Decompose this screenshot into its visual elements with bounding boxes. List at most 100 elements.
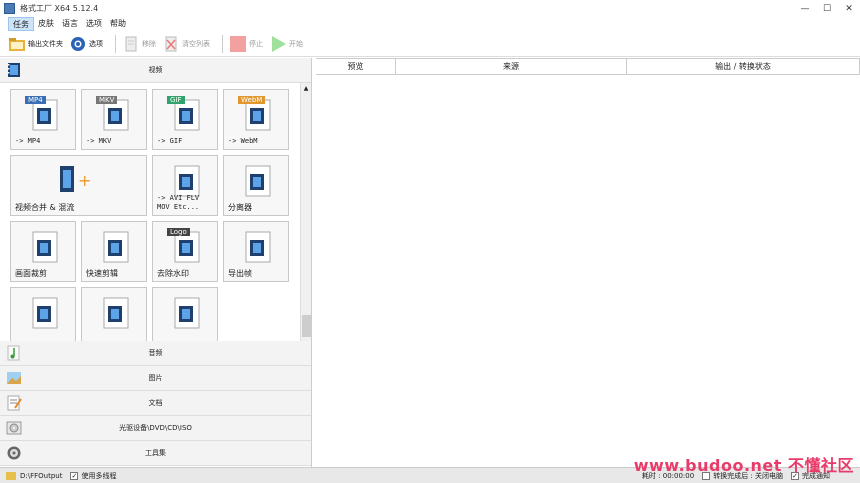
player-icon xyxy=(103,297,129,329)
tool-tile[interactable] xyxy=(10,287,76,341)
options-label: 选项 xyxy=(89,39,103,48)
category-document[interactable]: 文档 xyxy=(0,391,311,416)
gear-icon xyxy=(7,446,21,460)
tool-tile[interactable]: MP4 -> MP4 xyxy=(10,89,76,150)
format-badge: MP4 xyxy=(25,96,46,104)
tool-tile[interactable]: 导出帧 xyxy=(223,221,289,282)
frames-icon xyxy=(245,231,271,263)
scrollbar-thumb[interactable] xyxy=(302,315,311,337)
music-note-icon xyxy=(7,345,20,361)
app-icon xyxy=(4,3,15,14)
tool-tile[interactable]: 分离器 xyxy=(223,155,289,216)
format-badge: WebM xyxy=(238,96,266,104)
window-controls: — ☐ ✕ xyxy=(794,0,860,17)
tool-tile-label: -> AVI FLV MOV Etc... xyxy=(157,194,200,211)
tool-tile-label: -> GIF xyxy=(157,137,183,145)
tool-tile-label: -> MKV xyxy=(86,137,112,145)
format-badge: MKV xyxy=(96,96,118,104)
stop-button[interactable]: 停止 xyxy=(229,35,263,52)
menu-options[interactable]: 选项 xyxy=(82,17,106,31)
splitter-icon xyxy=(245,165,271,197)
window-title: 格式工厂 X64 5.12.4 xyxy=(20,4,99,13)
column-source[interactable]: 来源 xyxy=(396,59,627,74)
category-audio-label: 音频 xyxy=(148,349,163,357)
folder-icon xyxy=(9,37,25,51)
output-path[interactable]: D:\FFOutput xyxy=(20,472,62,480)
left-panel: 视频 MP4 -> MP4 MKV -> MKV GIF -> GIF WebM -> Web… xyxy=(0,58,312,467)
close-button[interactable]: ✕ xyxy=(838,0,860,17)
video-tools-grid: MP4 -> MP4 MKV -> MKV GIF -> GIF WebM -> WebM + 视… xyxy=(10,89,295,341)
scroll-up-icon[interactable]: ▲ xyxy=(301,83,311,94)
remove-button[interactable]: 移除 xyxy=(122,36,156,52)
clear-list-icon xyxy=(165,36,177,51)
play-icon xyxy=(272,35,286,52)
toolbar-divider xyxy=(115,34,116,53)
tool-tile-label: 去除水印 xyxy=(157,269,189,278)
category-video[interactable]: 视频 xyxy=(0,58,311,83)
stop-label: 停止 xyxy=(249,39,263,48)
task-list-header: 预览 来源 输出 / 转换状态 xyxy=(316,58,860,75)
column-preview[interactable]: 预览 xyxy=(316,59,396,74)
menu-language[interactable]: 语言 xyxy=(58,17,82,31)
options-button[interactable]: 选项 xyxy=(69,36,103,52)
category-tools[interactable]: 工具集 xyxy=(0,441,311,466)
maximize-button[interactable]: ☐ xyxy=(816,0,838,17)
document-icon xyxy=(7,395,22,411)
tool-tile[interactable] xyxy=(152,287,218,341)
picture-icon xyxy=(7,372,21,384)
menu-skin[interactable]: 皮肤 xyxy=(34,17,58,31)
tool-tile[interactable]: MKV -> MKV xyxy=(81,89,147,150)
output-folder-label: 输出文件夹 xyxy=(28,39,63,48)
task-list-panel: 预览 来源 输出 / 转换状态 xyxy=(316,58,860,467)
tool-tile[interactable]: + 视频合并 & 混流 xyxy=(10,155,147,216)
tool-tile-label: 视频合并 & 混流 xyxy=(15,203,75,212)
merge-icon: + xyxy=(60,166,91,192)
clear-list-label: 清空列表 xyxy=(182,39,210,48)
film-icon xyxy=(8,63,20,77)
category-audio[interactable]: 音频 xyxy=(0,341,311,366)
category-picture[interactable]: 图片 xyxy=(0,366,311,391)
format-badge: GIF xyxy=(167,96,185,104)
tool-tile[interactable]: 快速剪辑 xyxy=(81,221,147,282)
scissors-icon xyxy=(103,231,129,263)
svg-text:+: + xyxy=(78,171,91,190)
category-tools-label: 工具集 xyxy=(145,449,166,457)
minimize-button[interactable]: — xyxy=(794,0,816,17)
tool-tile-label: -> WebM xyxy=(228,137,258,145)
clear-list-button[interactable]: 清空列表 xyxy=(162,36,210,52)
formats-icon xyxy=(174,165,200,197)
multithread-checkbox[interactable]: ✓ xyxy=(70,471,79,480)
tool-tile-label: 画面裁剪 xyxy=(15,269,47,278)
crop-icon xyxy=(32,231,58,263)
tool-tile-label: 快速剪辑 xyxy=(86,269,118,278)
toolbar: 输出文件夹 选项 移除 清空列表 停止 开始 xyxy=(0,31,860,57)
column-output-status[interactable]: 输出 / 转换状态 xyxy=(627,59,860,74)
folder-icon xyxy=(6,471,16,480)
start-button[interactable]: 开始 xyxy=(269,35,303,52)
category-document-label: 文档 xyxy=(148,399,163,407)
tool-tile[interactable] xyxy=(81,287,147,341)
tool-tile-label: 导出帧 xyxy=(228,269,252,278)
output-folder-button[interactable]: 输出文件夹 xyxy=(8,36,63,52)
tool-tile[interactable]: -> AVI FLV MOV Etc... xyxy=(152,155,218,216)
menu-help[interactable]: 帮助 xyxy=(106,17,130,31)
tool-tile[interactable]: 画面裁剪 xyxy=(10,221,76,282)
format-badge: Logo xyxy=(167,228,190,236)
category-video-label: 视频 xyxy=(148,66,163,74)
stop-icon xyxy=(230,35,246,52)
menu-bar: 任务 皮肤 语言 选项 帮助 xyxy=(0,17,860,31)
tool-tile[interactable]: WebM -> WebM xyxy=(223,89,289,150)
title-bar: 格式工厂 X64 5.12.4 xyxy=(0,0,860,17)
menu-task[interactable]: 任务 xyxy=(8,17,34,31)
screen-record-icon xyxy=(32,297,58,329)
watermark: www.budoo.net 不懂社区 xyxy=(633,456,854,475)
video-tools-panel: MP4 -> MP4 MKV -> MKV GIF -> GIF WebM -> WebM + 视… xyxy=(0,83,311,341)
disc-drive-icon xyxy=(6,421,22,435)
category-rom-device[interactable]: 光驱设备\DVD\CD\ISO xyxy=(0,416,311,441)
scrollbar[interactable]: ▲ xyxy=(300,83,311,341)
tool-tile[interactable]: Logo 去除水印 xyxy=(152,221,218,282)
options-icon xyxy=(71,36,85,51)
tool-tile[interactable]: GIF -> GIF xyxy=(152,89,218,150)
toolbar-divider xyxy=(222,34,223,53)
remove-label: 移除 xyxy=(142,39,156,48)
